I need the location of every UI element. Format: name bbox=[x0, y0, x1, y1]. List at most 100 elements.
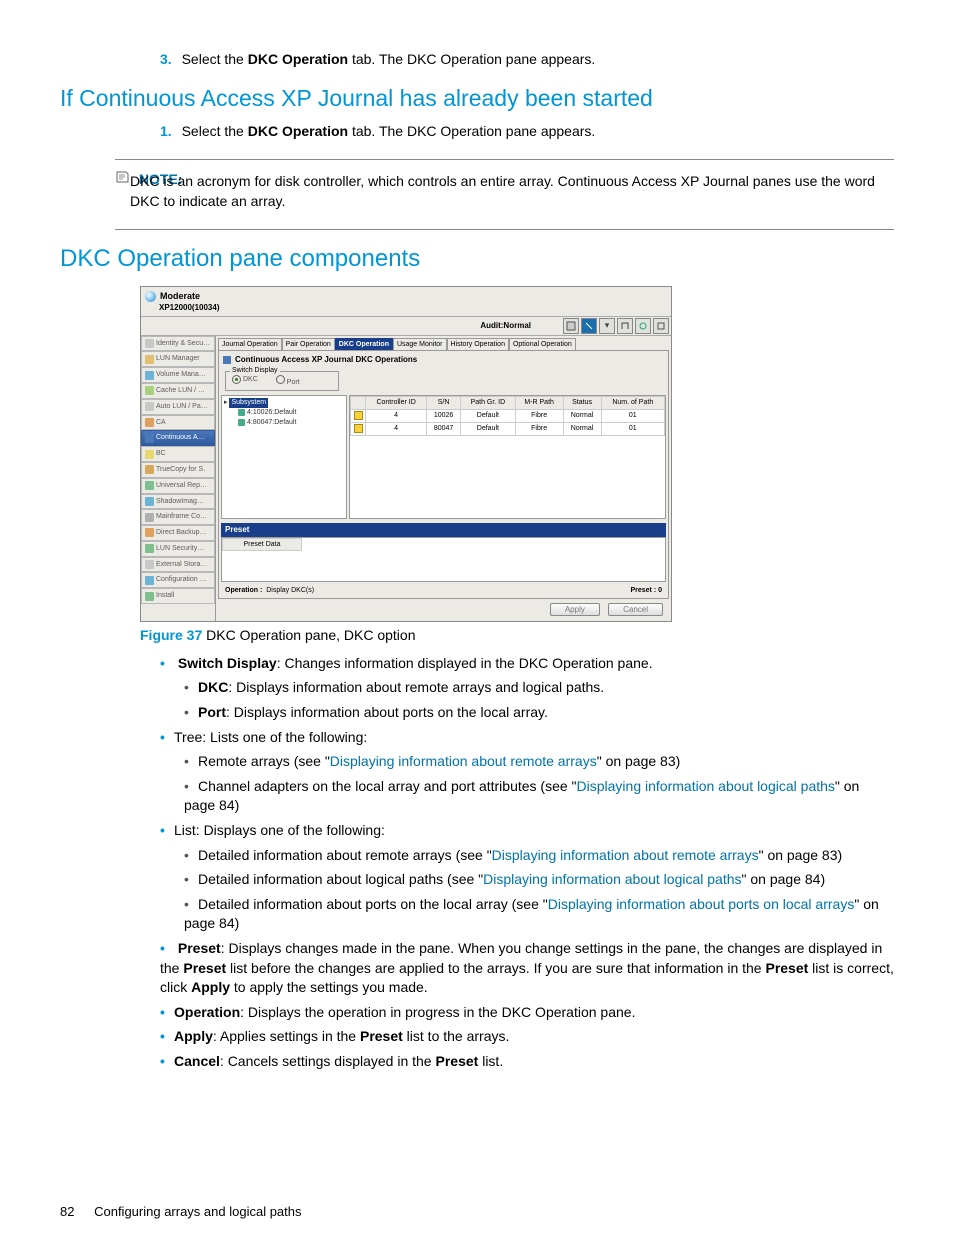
link-remote-arrays[interactable]: Displaying information about remote arra… bbox=[330, 753, 597, 769]
tab[interactable]: Pair Operation bbox=[282, 338, 335, 351]
page-number: 82 bbox=[60, 1204, 74, 1219]
nav-label: Volume Mana… bbox=[156, 370, 206, 380]
apply-button[interactable]: Apply bbox=[550, 603, 600, 616]
bullet-port: Port: Displays information about ports o… bbox=[184, 703, 894, 723]
figure-label: Figure 37 bbox=[140, 627, 202, 643]
nav-item[interactable]: Configuration … bbox=[141, 572, 215, 588]
nav-icon bbox=[145, 418, 154, 427]
step-3: 3. Select the DKC Operation tab. The DKC… bbox=[160, 50, 894, 70]
table-cell: Fibre bbox=[515, 423, 563, 436]
nav-label: Direct Backup… bbox=[156, 528, 207, 538]
radio-icon bbox=[232, 375, 241, 384]
toolbar-btn-1[interactable] bbox=[563, 318, 579, 334]
nav-item[interactable]: LUN Manager bbox=[141, 351, 215, 367]
tab[interactable]: Usage Monitor bbox=[393, 338, 447, 351]
radio-option[interactable]: DKC bbox=[232, 375, 258, 388]
panel-title: Continuous Access XP Journal DKC Operati… bbox=[219, 351, 668, 368]
bullet-dkc: DKC: Displays information about remote a… bbox=[184, 678, 894, 698]
table-col: M-R Path bbox=[515, 397, 563, 410]
heading-started: If Continuous Access XP Journal has alre… bbox=[60, 82, 894, 114]
tree-item[interactable]: 4:10026:Default bbox=[224, 408, 344, 418]
note-icon bbox=[115, 170, 131, 190]
tree-item[interactable]: 4:80047:Default bbox=[224, 418, 344, 428]
nav-label: Mainframe Co… bbox=[156, 512, 207, 522]
nav-item[interactable]: Direct Backup… bbox=[141, 525, 215, 541]
table-cell: 10026 bbox=[427, 410, 461, 423]
nav-icon bbox=[145, 450, 154, 459]
chapter-title: Configuring arrays and logical paths bbox=[94, 1204, 301, 1219]
nav-icon bbox=[145, 560, 154, 569]
nav-icon bbox=[145, 528, 154, 537]
status-bar: Audit:Normal ▾ bbox=[141, 316, 671, 336]
window-subtitle: XP12000(10034) bbox=[141, 302, 671, 315]
divider bbox=[115, 229, 894, 230]
tab[interactable]: Optional Operation bbox=[509, 338, 576, 351]
step-num: 1. bbox=[160, 123, 172, 139]
toolbar-btn-4[interactable] bbox=[617, 318, 633, 334]
figure-text: DKC Operation pane, DKC option bbox=[202, 627, 415, 643]
nav-item[interactable]: Cache LUN / … bbox=[141, 383, 215, 399]
nav-icon bbox=[145, 576, 154, 585]
radio-option[interactable]: Port bbox=[276, 375, 300, 388]
op-label: Operation : bbox=[225, 586, 262, 596]
nav-item[interactable]: TrueCopy for S. bbox=[141, 462, 215, 478]
nav-item[interactable]: External Stora… bbox=[141, 557, 215, 573]
nav-item[interactable]: Install bbox=[141, 588, 215, 604]
dkc-screenshot: Moderate XP12000(10034) Audit:Normal ▾ I… bbox=[140, 286, 672, 623]
nav-label: Universal Rep… bbox=[156, 481, 207, 491]
link-ports-local[interactable]: Displaying information about ports on lo… bbox=[548, 896, 855, 912]
tab[interactable]: History Operation bbox=[447, 338, 509, 351]
link-logical-paths[interactable]: Displaying information about logical pat… bbox=[577, 778, 835, 794]
toolbar-btn-5[interactable] bbox=[635, 318, 651, 334]
toolbar-btn-dropdown[interactable]: ▾ bbox=[599, 318, 615, 334]
tab[interactable]: DKC Operation bbox=[335, 338, 393, 351]
toolbar-btn-6[interactable] bbox=[653, 318, 669, 334]
audit-status: Audit:Normal bbox=[480, 320, 561, 331]
nav-panel: Identity & Secu…LUN Manager Volume Mana… C… bbox=[141, 336, 216, 622]
bullet-apply: Apply: Applies settings in the Preset li… bbox=[160, 1027, 894, 1047]
nav-icon bbox=[145, 434, 154, 443]
nav-item[interactable]: Universal Rep… bbox=[141, 478, 215, 494]
nav-item[interactable]: LUN Security… bbox=[141, 541, 215, 557]
preset-title-bar: Preset bbox=[221, 523, 666, 536]
row-icon bbox=[354, 411, 363, 420]
link-logical-paths-2[interactable]: Displaying information about logical pat… bbox=[483, 871, 741, 887]
nav-icon bbox=[145, 592, 154, 601]
table-row[interactable]: 410026DefaultFibreNormal01 bbox=[351, 410, 665, 423]
link-remote-arrays-2[interactable]: Displaying information about remote arra… bbox=[492, 847, 759, 863]
preset-count: Preset : 0 bbox=[630, 586, 662, 596]
nav-icon bbox=[145, 465, 154, 474]
table-row[interactable]: 480047DefaultFibreNormal01 bbox=[351, 423, 665, 436]
note-body: DKC is an acronym for disk controller, w… bbox=[130, 172, 894, 211]
nav-icon bbox=[145, 355, 154, 364]
table-col: Controller ID bbox=[366, 397, 427, 410]
nav-label: TrueCopy for S. bbox=[156, 465, 205, 475]
nav-item[interactable]: Continuous A… bbox=[141, 430, 215, 446]
nav-item[interactable]: Auto LUN / Pa… bbox=[141, 399, 215, 415]
tree-pane[interactable]: ▸ Subsystem 4:10026:Default4:80047:Defau… bbox=[221, 395, 347, 519]
tree-root[interactable]: ▸ Subsystem bbox=[224, 398, 344, 408]
nav-item[interactable]: Mainframe Co… bbox=[141, 509, 215, 525]
bullet-list-2: Detailed information about logical paths… bbox=[184, 870, 894, 890]
op-value: Display DKC(s) bbox=[266, 586, 314, 596]
bullet-tree-2: Channel adapters on the local array and … bbox=[184, 777, 894, 816]
nav-item[interactable]: ShadowImag… bbox=[141, 494, 215, 510]
nav-icon bbox=[145, 481, 154, 490]
bullet-switch: Switch Display: Changes information disp… bbox=[160, 654, 894, 723]
cancel-button[interactable]: Cancel bbox=[608, 603, 663, 616]
nav-label: Continuous A… bbox=[156, 433, 205, 443]
nav-item[interactable]: CA bbox=[141, 415, 215, 431]
nav-label: LUN Security… bbox=[156, 544, 204, 554]
tab[interactable]: Journal Operation bbox=[218, 338, 282, 351]
nav-label: Auto LUN / Pa… bbox=[156, 402, 208, 412]
switch-legend: Switch Display bbox=[230, 366, 280, 376]
nav-item[interactable]: Volume Mana… bbox=[141, 367, 215, 383]
nav-item[interactable]: Identity & Secu… bbox=[141, 336, 215, 352]
table-cell: Fibre bbox=[515, 410, 563, 423]
nav-item[interactable]: BC bbox=[141, 446, 215, 462]
toolbar-btn-2[interactable] bbox=[581, 318, 597, 334]
dkc-table: Controller IDS/NPath Gr. IDM-R PathStatu… bbox=[350, 396, 665, 436]
nav-label: Cache LUN / … bbox=[156, 386, 205, 396]
page-footer: 82 Configuring arrays and logical paths bbox=[60, 1203, 302, 1221]
bullet-preset: Preset: Displays changes made in the pan… bbox=[160, 939, 894, 998]
